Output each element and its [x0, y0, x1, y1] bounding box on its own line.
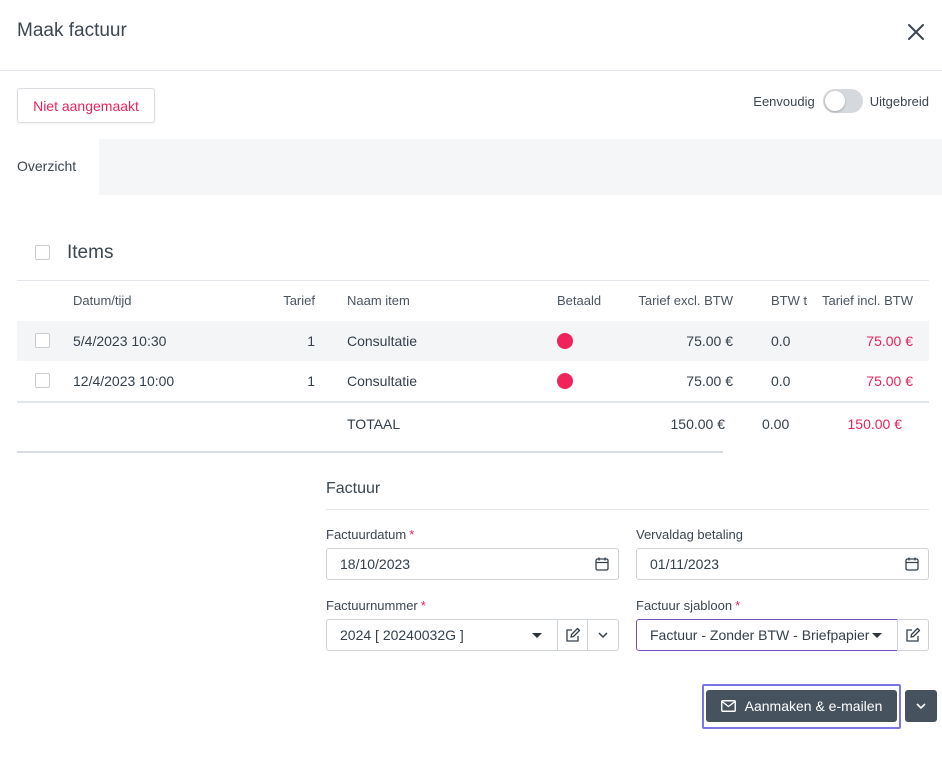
tab-overzicht[interactable]: Overzicht	[0, 139, 99, 195]
tab-bar-fill	[99, 139, 942, 195]
row-rate: 1	[307, 333, 315, 349]
row-date: 12/4/2023 10:00	[73, 373, 175, 389]
row-checkbox[interactable]	[35, 333, 50, 348]
template-select[interactable]: Factuur - Zonder BTW - Briefpapier	[636, 619, 898, 651]
chevron-down-icon	[598, 632, 608, 639]
col-paid[interactable]: Betaald	[557, 281, 617, 321]
row-checkbox[interactable]	[35, 373, 50, 388]
paid-status-dot-icon	[557, 373, 573, 390]
calendar-icon[interactable]	[594, 556, 610, 572]
modal-header: Maak factuur	[0, 0, 942, 71]
chevron-down-icon	[916, 703, 926, 710]
number-options-button[interactable]	[587, 619, 619, 651]
items-header: Items	[17, 232, 929, 281]
edit-icon	[565, 627, 580, 642]
calendar-icon[interactable]	[904, 556, 920, 572]
invoice-date-value: 18/10/2023	[340, 556, 411, 572]
caret-down-icon	[532, 633, 542, 638]
template-label: Factuur sjabloon *	[636, 598, 741, 613]
create-and-email-label: Aanmaken & e-mailen	[744, 698, 883, 714]
row-rate: 1	[307, 373, 315, 389]
due-date-input[interactable]: 01/11/2023	[636, 548, 929, 580]
modal-title: Maak factuur	[17, 20, 127, 41]
row-excl: 75.00 €	[686, 373, 733, 389]
invoice-number-select[interactable]: 2024 [ 20240032G ]	[326, 619, 558, 651]
due-date-label: Vervaldag betaling	[636, 527, 743, 542]
row-btw: 0.0	[771, 333, 791, 349]
status-button[interactable]: Niet aangemaakt	[17, 88, 155, 123]
invoice-number-value: 2024 [ 20240032G ]	[340, 627, 464, 643]
total-btw: 0.00	[762, 416, 790, 432]
edit-template-button[interactable]	[897, 619, 929, 651]
paid-status-dot-icon	[557, 333, 573, 350]
caret-down-icon	[872, 633, 882, 638]
total-row: TOTAAL 150.00 € 0.00 150.00 €	[17, 401, 929, 443]
mode-toggle[interactable]	[822, 89, 863, 113]
table-header-row: Datum/tijd Tarief Naam item Betaald Tari…	[17, 281, 929, 321]
col-excl[interactable]: Tarief excl. BTW	[617, 281, 733, 321]
items-title: Items	[67, 242, 114, 263]
tab-bar: Overzicht	[0, 139, 942, 195]
due-date-value: 01/11/2023	[650, 556, 720, 572]
col-rate[interactable]: Tarief	[267, 281, 315, 321]
close-icon[interactable]	[904, 20, 928, 44]
row-incl: 75.00 €	[866, 333, 913, 349]
invoice-number-label: Factuurnummer *	[326, 598, 426, 613]
mode-extended-label: Uitgebreid	[869, 93, 929, 109]
total-excl: 150.00 €	[670, 416, 726, 432]
total-incl: 150.00 €	[847, 416, 903, 432]
edit-number-button[interactable]	[557, 619, 588, 651]
row-name: Consultatie	[347, 373, 418, 389]
col-btw[interactable]: BTW t	[771, 281, 807, 321]
invoice-section-divider	[326, 509, 929, 510]
col-name[interactable]: Naam item	[347, 281, 547, 321]
row-date: 5/4/2023 10:30	[73, 333, 167, 349]
mode-switch: Eenvoudig Uitgebreid	[753, 89, 929, 113]
create-and-email-button[interactable]: Aanmaken & e-mailen	[706, 690, 897, 722]
row-btw: 0.0	[771, 373, 791, 389]
mail-icon	[720, 700, 736, 712]
table-row[interactable]: 5/4/2023 10:30 1 Consultatie 75.00 € 0.0…	[17, 321, 929, 361]
col-date[interactable]: Datum/tijd	[73, 281, 273, 321]
invoice-section-title: Factuur	[326, 480, 381, 497]
col-incl[interactable]: Tarief incl. BTW	[817, 281, 913, 321]
more-actions-button[interactable]	[905, 690, 937, 722]
items-table: Datum/tijd Tarief Naam item Betaald Tari…	[17, 281, 929, 443]
row-name: Consultatie	[347, 333, 418, 349]
table-row[interactable]: 12/4/2023 10:00 1 Consultatie 75.00 € 0.…	[17, 361, 929, 401]
edit-icon	[906, 627, 921, 642]
invoice-date-label: Factuurdatum *	[326, 527, 415, 542]
total-divider	[17, 451, 723, 453]
template-value: Factuur - Zonder BTW - Briefpapier	[650, 627, 870, 643]
row-excl: 75.00 €	[686, 333, 733, 349]
select-all-checkbox[interactable]	[35, 245, 50, 260]
invoice-date-input[interactable]: 18/10/2023	[326, 548, 619, 580]
row-incl: 75.00 €	[866, 373, 913, 389]
mode-simple-label: Eenvoudig	[753, 93, 815, 109]
total-label: TOTAAL	[347, 416, 401, 432]
